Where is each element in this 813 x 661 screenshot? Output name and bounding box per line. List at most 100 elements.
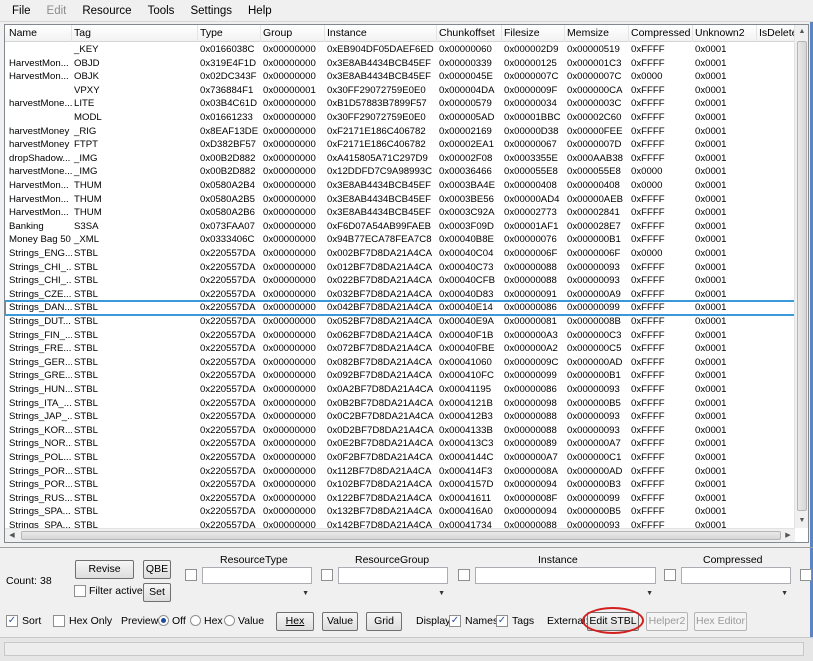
table-row[interactable]: harvestMoney _RIG 0x8EAF13DE 0x00000000 0xF2… [5,125,795,139]
column-header-group[interactable]: Group [261,25,325,42]
menu-settings[interactable]: Settings [184,0,238,22]
table-row[interactable]: Strings_FRE... STBL 0x220557DA 0x00000000 0x… [5,342,795,356]
filter-instance-input[interactable] [475,567,656,584]
scroll-down-icon[interactable]: ▼ [795,514,808,528]
filter-resource-group-input[interactable] [338,567,448,584]
table-row[interactable]: Strings_CHI_... STBL 0x220557DA 0x00000000 0… [5,274,795,288]
filter-resource-group-checkbox[interactable] [321,569,333,581]
vertical-scroll-thumb[interactable] [797,41,807,511]
table-row[interactable]: Strings_SPA... STBL 0x220557DA 0x00000000 0x… [5,505,795,519]
qbe-button[interactable]: QBE [143,560,171,579]
horizontal-scroll-thumb[interactable] [21,531,781,540]
column-header-name[interactable]: Name [7,25,72,42]
filter-resource-type-combo[interactable]: ▼ [202,586,312,603]
column-header-tag[interactable]: Tag [72,25,198,42]
cell-type: 0x220557DA [200,370,256,382]
cell-group: 0x00000000 [263,57,316,69]
filter-compressed-checkbox[interactable] [664,569,676,581]
scroll-left-icon[interactable]: ◀ [5,529,19,542]
names-checkbox[interactable]: ✓ [449,615,461,627]
column-header-type[interactable]: Type [198,25,261,42]
table-row[interactable]: Strings_POL... STBL 0x220557DA 0x00000000 0x… [5,451,795,465]
table-row[interactable]: VPXY 0x736884F1 0x00000001 0x30FF29072759E0… [5,84,795,98]
table-row[interactable]: harvestMone... LITE 0x03B4C61D 0x00000000 0x… [5,97,795,111]
table-row[interactable]: HarvestMon... THUM 0x0580A2B4 0x00000000 0x3… [5,179,795,193]
column-header-memsize[interactable]: Memsize [565,25,629,42]
scroll-up-icon[interactable]: ▲ [795,25,808,39]
table-row[interactable]: Strings_ITA_... STBL 0x220557DA 0x00000000 0… [5,397,795,411]
horizontal-scrollbar[interactable]: ◀ ▶ [5,528,795,542]
table-row[interactable]: Strings_ENG... STBL 0x220557DA 0x00000000 0x… [5,247,795,261]
revise-button[interactable]: Revise [75,560,134,579]
table-row[interactable]: Strings_GRE... STBL 0x220557DA 0x00000000 0x… [5,369,795,383]
cell-memsize: 0x00002841 [567,207,620,219]
grid-button[interactable]: Grid [366,612,402,631]
tags-checkbox[interactable]: ✓ [496,615,508,627]
menu-tools[interactable]: Tools [142,0,181,22]
preview-hex-radio[interactable] [190,615,201,626]
set-button[interactable]: Set [143,583,171,602]
table-row[interactable]: Strings_DAN... STBL 0x220557DA 0x00000000 0x… [5,300,796,316]
resource-grid[interactable]: Name Tag Type Group Instance Chunkoffset Files… [4,24,809,543]
filter-active-checkbox[interactable] [74,585,86,597]
cell-chunkoffset: 0x00000339 [439,57,492,69]
column-header-filesize[interactable]: Filesize [502,25,565,42]
table-row[interactable]: _KEY 0x0166038C 0x00000000 0xEB904DF05DAEF6… [5,43,795,57]
table-row[interactable]: Strings_CHI_... STBL 0x220557DA 0x00000000 0… [5,261,795,275]
table-row[interactable]: Strings_NOR... STBL 0x220557DA 0x00000000 0x… [5,437,795,451]
cell-memsize: 0x00000FEE [567,125,623,137]
cell-unknown2: 0x0001 [695,288,727,300]
table-row[interactable]: Banking S3SA 0x073FAA07 0x00000000 0xF6D07A5… [5,220,795,234]
sort-checkbox[interactable]: ✓ [6,615,18,627]
preview-off-radio[interactable] [158,615,169,626]
hex-editor-button[interactable]: Hex Editor [694,612,747,631]
table-row[interactable]: Strings_KOR... STBL 0x220557DA 0x00000000 0x… [5,424,795,438]
hex-button[interactable]: Hex [276,612,314,631]
table-row[interactable]: Strings_CZE... STBL 0x220557DA 0x00000000 0x… [5,288,795,302]
cell-unknown2: 0x0001 [695,424,727,436]
helper2-button[interactable]: Helper2 [646,612,688,631]
table-row[interactable]: HarvestMon... THUM 0x0580A2B5 0x00000000 0x3… [5,193,795,207]
menu-resource[interactable]: Resource [76,0,137,22]
preview-value-radio[interactable] [224,615,235,626]
table-row[interactable]: Strings_FIN_... STBL 0x220557DA 0x00000000 0… [5,329,795,343]
filter-instance-combo[interactable]: ▼ [475,586,656,603]
table-row[interactable]: Strings_POR... STBL 0x220557DA 0x00000000 0x… [5,465,795,479]
value-button[interactable]: Value [322,612,358,631]
table-row[interactable]: Strings_POR... STBL 0x220557DA 0x00000000 0x… [5,478,795,492]
menu-help[interactable]: Help [242,0,278,22]
filter-resource-type-checkbox[interactable] [185,569,197,581]
table-row[interactable]: HarvestMon... THUM 0x0580A2B6 0x00000000 0x3… [5,206,795,220]
menu-edit[interactable]: Edit [41,0,73,22]
table-row[interactable]: Strings_HUN... STBL 0x220557DA 0x00000000 0x… [5,383,795,397]
column-header-compressed[interactable]: Compressed [629,25,693,42]
table-row[interactable]: harvestMone... _IMG 0x00B2D882 0x00000000 0x… [5,165,795,179]
table-row[interactable]: Strings_RUS... STBL 0x220557DA 0x00000000 0x… [5,492,795,506]
filter-instance-checkbox[interactable] [458,569,470,581]
hex-only-checkbox[interactable] [53,615,65,627]
table-row[interactable]: Money Bag 50 _XML 0x0333406C 0x00000000 0x94… [5,233,795,247]
filter-compressed-combo[interactable]: ▼ [681,586,791,603]
table-row[interactable]: harvestMoney FTPT 0xD382BF57 0x00000000 0xF2… [5,138,795,152]
filter-resource-type-input[interactable] [202,567,312,584]
menu-file[interactable]: File [6,0,37,22]
table-row[interactable]: Strings_JAP_... STBL 0x220557DA 0x00000000 0… [5,410,795,424]
column-header-unknown2[interactable]: Unknown2 [693,25,757,42]
filter-resource-group-combo[interactable]: ▼ [338,586,448,603]
column-header-chunkoffset[interactable]: Chunkoffset [437,25,502,42]
table-row[interactable]: HarvestMon... OBJD 0x319E4F1D 0x00000000 0x3… [5,57,795,71]
table-row[interactable]: HarvestMon... OBJK 0x02DC343F 0x00000000 0x3… [5,70,795,84]
filter-extra-checkbox[interactable] [800,569,812,581]
table-row[interactable]: Strings_DUT... STBL 0x220557DA 0x00000000 0x… [5,315,795,329]
filter-compressed-input[interactable] [681,567,791,584]
table-row[interactable]: Strings_GER... STBL 0x220557DA 0x00000000 0x… [5,356,795,370]
cell-type: 0x220557DA [200,343,256,355]
edit-stbl-button[interactable]: Edit STBL [587,612,639,631]
scroll-right-icon[interactable]: ▶ [781,529,795,542]
column-header-isdeleted[interactable]: IsDeleted [757,25,797,42]
table-row[interactable]: dropShadow... _IMG 0x00B2D882 0x00000000 0xA… [5,152,795,166]
table-row[interactable]: MODL 0x01661233 0x00000000 0x30FF29072759E0… [5,111,795,125]
vertical-scrollbar[interactable]: ▲ ▼ [794,25,808,528]
cell-instance: 0x0F2BF7D8DA21A4CA [327,452,433,463]
column-header-instance[interactable]: Instance [325,25,437,42]
